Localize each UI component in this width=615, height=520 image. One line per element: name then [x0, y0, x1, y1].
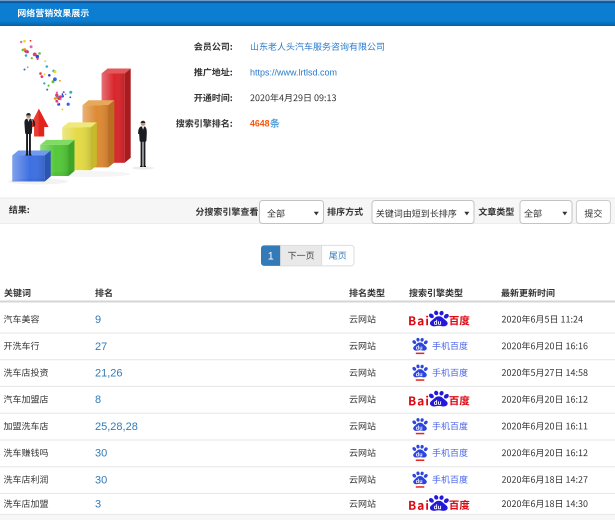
svg-text:30: 30: [95, 448, 107, 460]
svg-text:8: 8: [95, 394, 101, 406]
svg-text:1: 1: [268, 250, 274, 262]
svg-text:30: 30: [95, 474, 107, 486]
svg-text:3: 3: [95, 499, 101, 511]
svg-text:https://www.lrtlsd.com: https://www.lrtlsd.com: [250, 67, 337, 77]
svg-text:21,26: 21,26: [95, 368, 123, 380]
svg-text:9: 9: [95, 314, 101, 326]
svg-text:4648: 4648: [250, 119, 270, 129]
svg-text:27: 27: [95, 341, 107, 353]
svg-text:25,28,28: 25,28,28: [95, 421, 138, 433]
